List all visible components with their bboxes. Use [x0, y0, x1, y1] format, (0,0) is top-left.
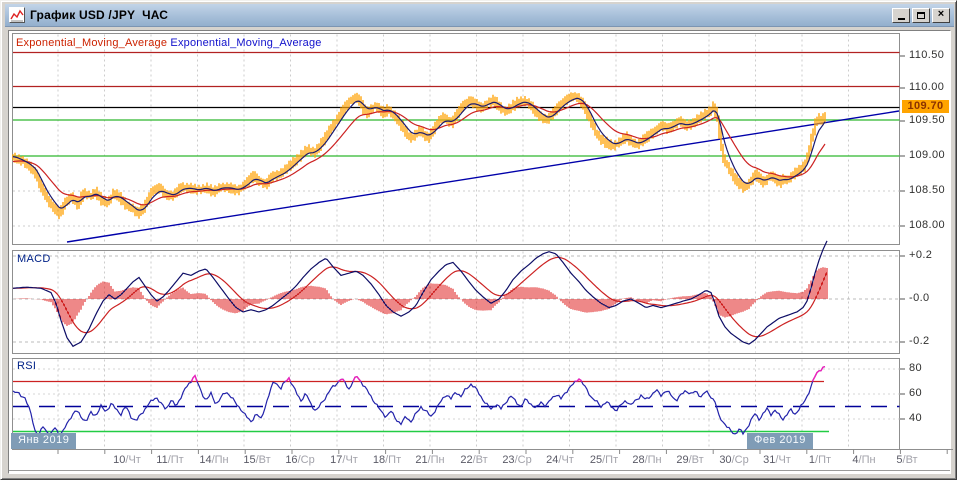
chart-icon: [9, 7, 25, 23]
close-button[interactable]: ×: [932, 7, 950, 23]
window-title: График USD /JPY ЧАС: [30, 8, 169, 22]
macd-panel[interactable]: [12, 250, 900, 354]
price-chart-panel[interactable]: [12, 33, 900, 245]
minimize-button[interactable]: [892, 7, 910, 23]
close-icon: ×: [937, 7, 945, 20]
maximize-button[interactable]: [912, 7, 930, 23]
rsi-panel[interactable]: [12, 358, 900, 450]
maximize-icon: [917, 11, 925, 19]
titlebar[interactable]: График USD /JPY ЧАС ×: [5, 4, 954, 27]
minimize-icon: [897, 18, 905, 20]
labels-overlay: Exponential_Moving_Average Exponential_M…: [1, 1, 956, 479]
chart-window: График USD /JPY ЧАС × Exponential_Moving…: [0, 0, 957, 480]
